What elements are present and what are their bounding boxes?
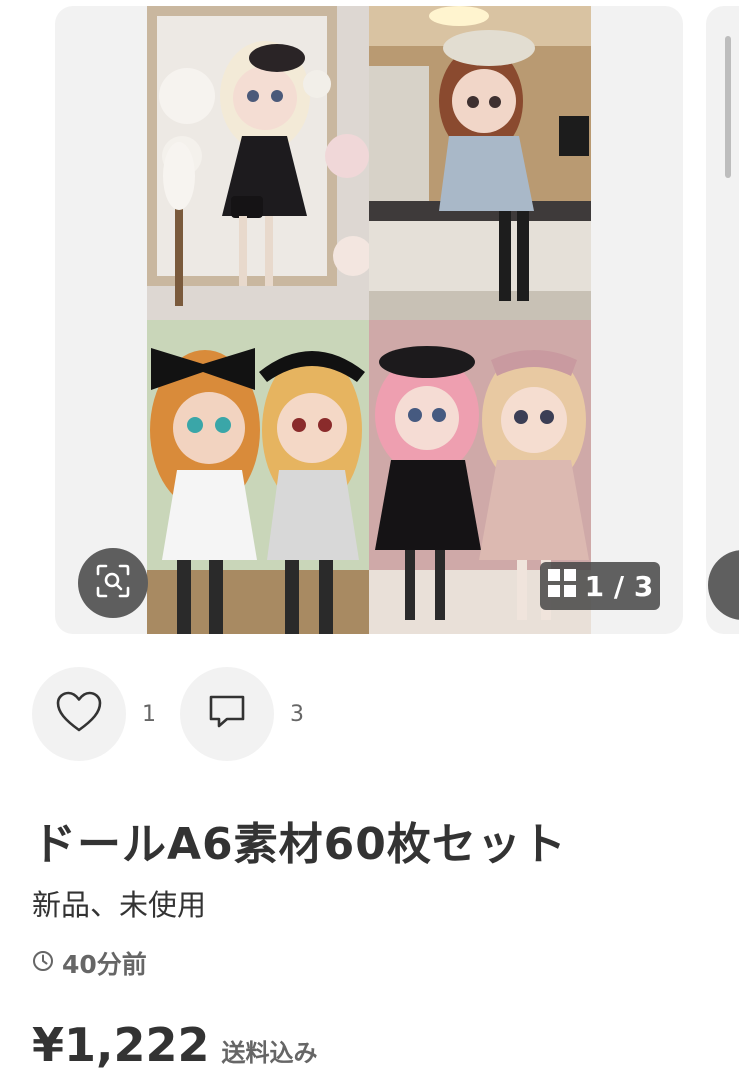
product-image-collage[interactable] [147, 6, 591, 634]
image-search-button[interactable] [78, 548, 148, 618]
comment-button[interactable] [180, 667, 274, 761]
item-condition: 新品、未使用 [32, 888, 207, 922]
item-detail-page: 1 / 3 1 3 ドールA6素材60枚セット 新品、未使用 40分前 ¥1,2… [0, 0, 739, 1080]
grid-icon [547, 568, 577, 605]
image-counter-text: 1 / 3 [584, 569, 654, 603]
comment-count: 3 [290, 702, 304, 727]
image-search-icon [95, 563, 131, 603]
next-image-card[interactable] [706, 6, 739, 634]
dolls-bow-checkered-photo [147, 320, 369, 634]
item-price: ¥1,222 [32, 1018, 210, 1072]
like-button[interactable] [32, 667, 126, 761]
doll-beret-tweed-photo [369, 6, 591, 320]
shipping-label: 送料込み [221, 1039, 318, 1067]
comment-icon [207, 693, 247, 735]
price-row: ¥1,222 送料込み [32, 1018, 318, 1072]
item-title: ドールA6素材60枚セット [32, 819, 567, 870]
clock-icon [32, 949, 54, 978]
like-count: 1 [142, 702, 156, 727]
heart-icon [55, 690, 103, 738]
image-counter[interactable]: 1 / 3 [540, 562, 660, 610]
posted-time-text: 40分前 [62, 950, 147, 979]
next-lens-button[interactable] [708, 550, 739, 620]
doll-black-dress-photo [147, 6, 369, 320]
scrollbar-thumb[interactable] [725, 36, 731, 178]
posted-time: 40分前 [32, 945, 147, 981]
